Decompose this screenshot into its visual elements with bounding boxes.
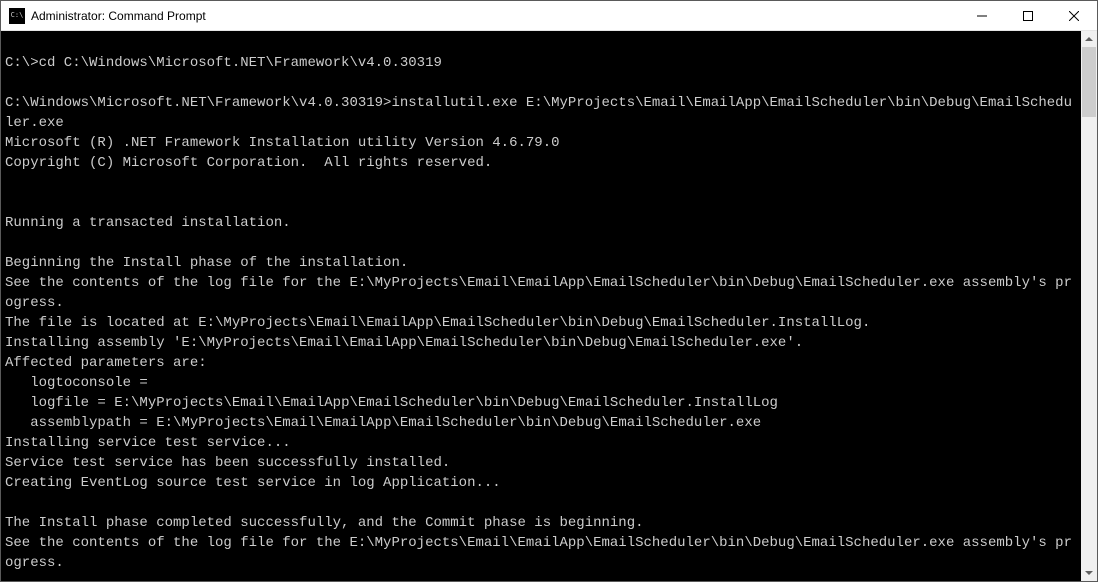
close-button[interactable] — [1051, 1, 1097, 30]
scroll-thumb[interactable] — [1082, 47, 1096, 117]
command-prompt-window: Administrator: Command Prompt C:\>cd C:\… — [0, 0, 1098, 582]
scroll-down-button[interactable] — [1081, 565, 1097, 581]
maximize-button[interactable] — [1005, 1, 1051, 30]
console-output[interactable]: C:\>cd C:\Windows\Microsoft.NET\Framewor… — [1, 31, 1081, 581]
vertical-scrollbar[interactable] — [1081, 31, 1097, 581]
window-controls — [959, 1, 1097, 30]
scroll-up-button[interactable] — [1081, 31, 1097, 47]
console-area: C:\>cd C:\Windows\Microsoft.NET\Framewor… — [1, 31, 1097, 581]
minimize-button[interactable] — [959, 1, 1005, 30]
window-title: Administrator: Command Prompt — [31, 9, 959, 23]
titlebar[interactable]: Administrator: Command Prompt — [1, 1, 1097, 31]
cmd-icon — [9, 8, 25, 24]
